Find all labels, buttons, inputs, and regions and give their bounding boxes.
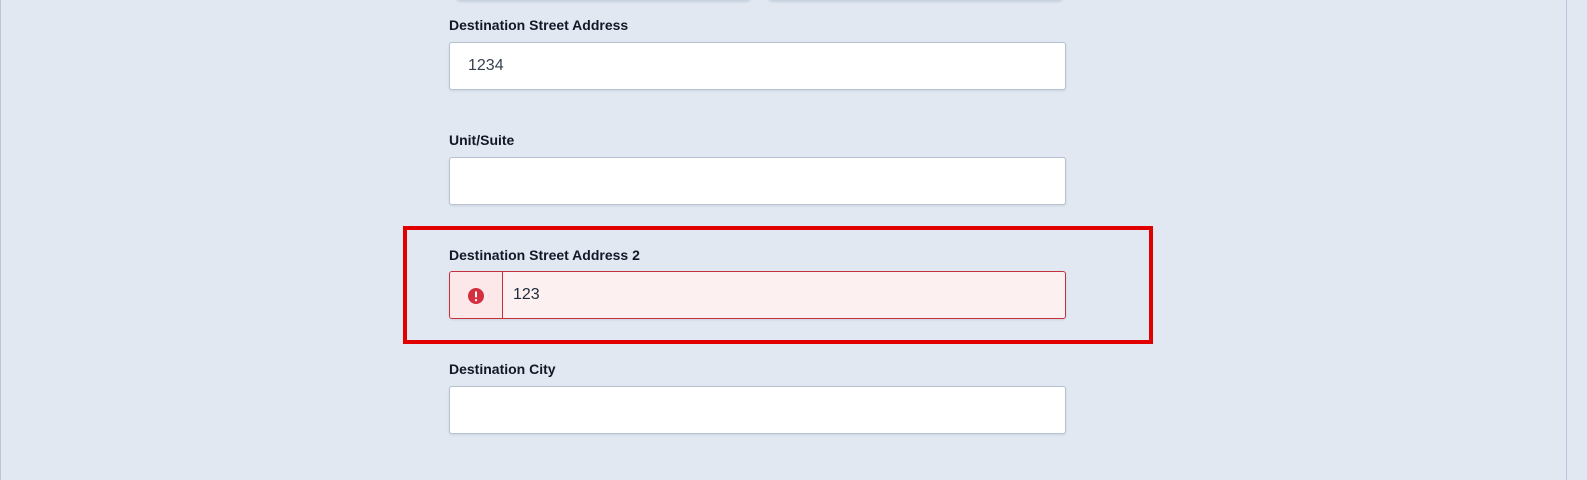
error-adornment xyxy=(450,272,503,318)
unit-suite-input-box[interactable] xyxy=(449,157,1066,205)
destination-street-address-input-box[interactable] xyxy=(449,42,1066,90)
page-background: Destination Street Address Unit/Suite De… xyxy=(0,0,1567,480)
destination-city-input[interactable] xyxy=(450,387,1065,433)
destination-street-address-2-label: Destination Street Address 2 xyxy=(449,247,640,263)
destination-street-address-label: Destination Street Address xyxy=(449,17,629,33)
destination-street-address-2-input-box[interactable] xyxy=(449,271,1066,319)
error-icon xyxy=(468,288,484,304)
destination-city-label: Destination City xyxy=(449,361,556,377)
unit-suite-input[interactable] xyxy=(450,158,1065,204)
destination-street-address-input[interactable] xyxy=(450,43,1065,89)
destination-street-address-2-input[interactable] xyxy=(503,272,1065,318)
unit-suite-label: Unit/Suite xyxy=(449,132,515,148)
destination-city-input-box[interactable] xyxy=(449,386,1066,434)
